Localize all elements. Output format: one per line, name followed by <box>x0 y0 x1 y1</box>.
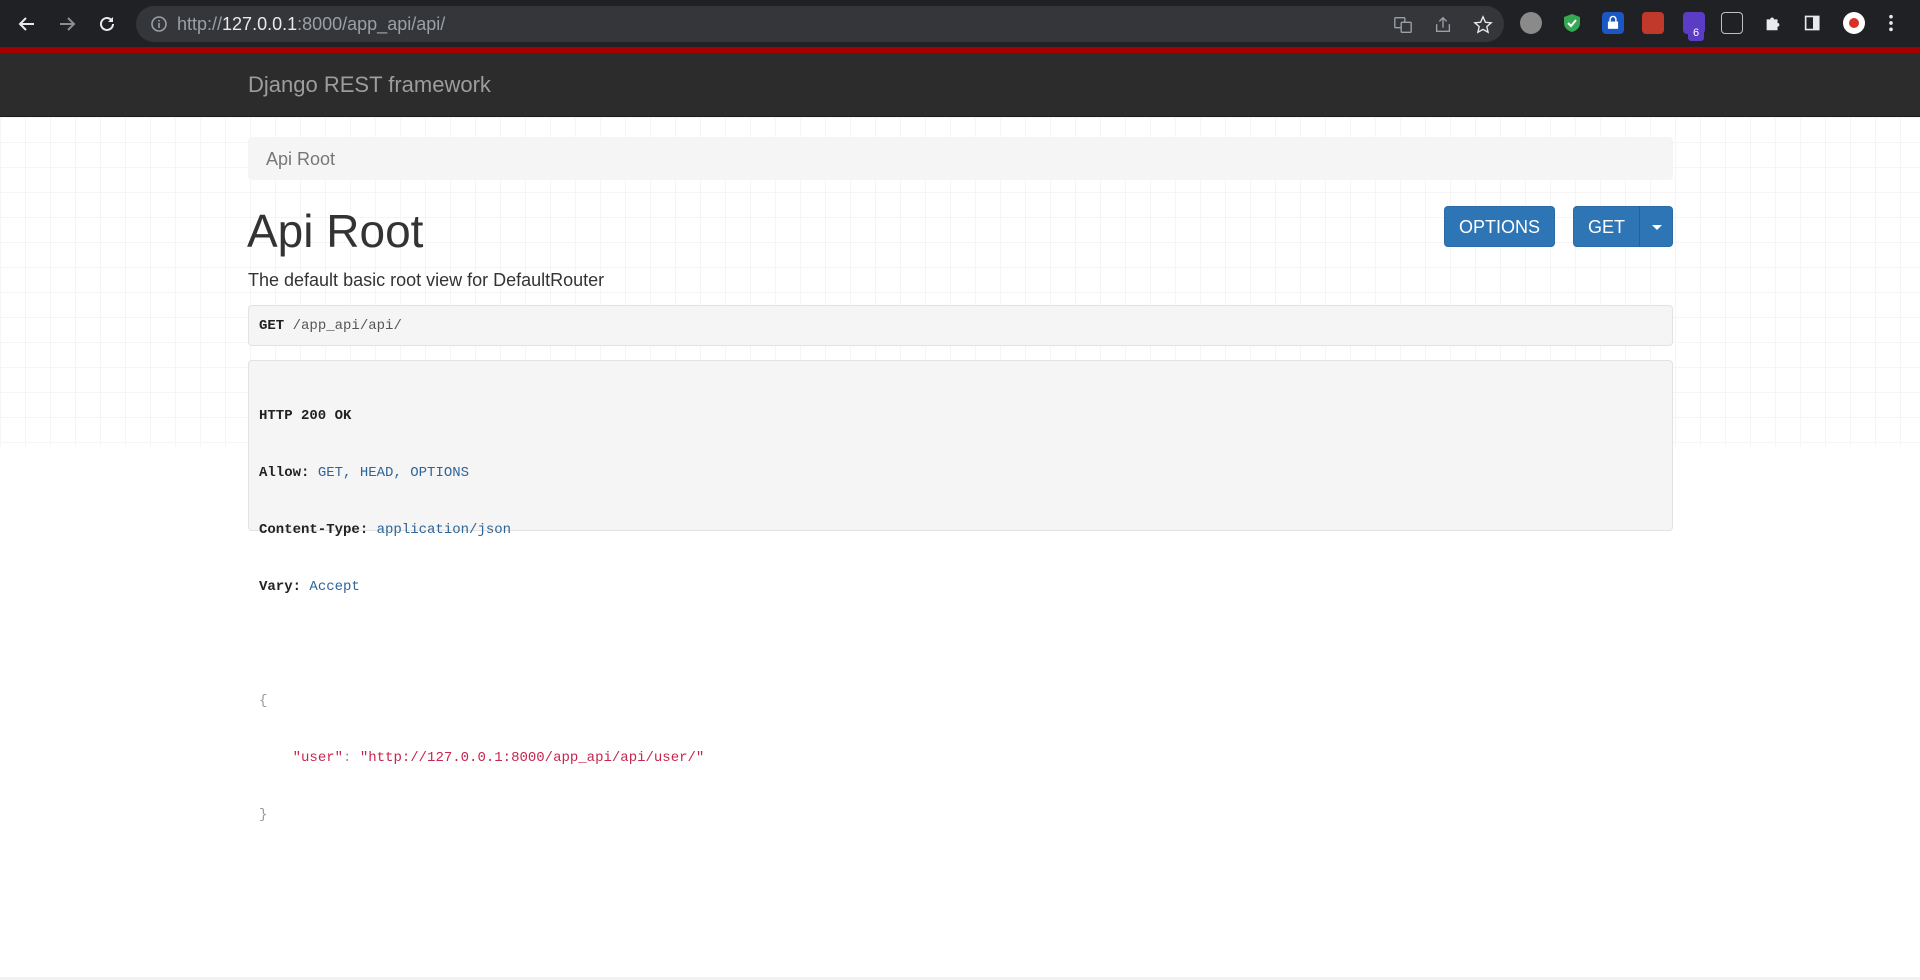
header-value: Accept <box>309 579 360 595</box>
back-arrow-icon <box>18 17 34 31</box>
url-scheme: http:// <box>177 14 223 34</box>
reload-icon <box>100 16 114 31</box>
globe-extension-icon[interactable] <box>1520 12 1542 34</box>
reload-button[interactable] <box>91 8 123 40</box>
response-status: HTTP 200 OK <box>259 408 352 424</box>
header-value: application/json <box>376 522 512 538</box>
extension-badge: 6 <box>1688 26 1704 41</box>
request-method: GET <box>259 318 285 334</box>
page-description: The default basic root view for DefaultR… <box>248 270 605 290</box>
options-button[interactable]: OPTIONS <box>1444 206 1555 247</box>
header-value: GET, HEAD, OPTIONS <box>317 465 470 481</box>
forward-button[interactable] <box>51 8 83 40</box>
extensions-puzzle-icon[interactable] <box>1762 12 1784 34</box>
format-dropdown-toggle[interactable] <box>1639 206 1673 247</box>
back-button[interactable] <box>11 8 43 40</box>
caret-down-icon <box>1652 225 1662 230</box>
json-open-brace: { <box>259 693 268 709</box>
profile-avatar[interactable] <box>1843 12 1865 34</box>
translate-icon[interactable] <box>1392 14 1414 36</box>
header-name: Content-Type: <box>259 522 369 538</box>
drf-navbar: Django REST framework <box>0 53 1920 117</box>
response-info: HTTP 200 OK Allow: GET, HEAD, OPTIONS Co… <box>248 360 1673 823</box>
password-extension-icon[interactable] <box>1602 12 1624 34</box>
address-bar[interactable]: http://127.0.0.1:8000/app_api/api/ <box>136 6 1504 42</box>
url-host: 127.0.0.1 <box>222 14 298 34</box>
forward-arrow-icon <box>60 17 76 31</box>
brand-link[interactable]: Django REST framework <box>248 73 491 97</box>
json-close-brace: } <box>259 807 268 823</box>
url-text[interactable]: http://127.0.0.1:8000/app_api/api/ <box>177 15 445 33</box>
red-extension-icon[interactable] <box>1642 12 1664 34</box>
json-key: "user" <box>292 750 344 766</box>
shield-extension-icon[interactable] <box>1561 12 1583 34</box>
request-info: GET /app_api/api/ <box>248 305 1673 346</box>
share-icon[interactable] <box>1432 14 1454 36</box>
url-path: :8000/app_api/api/ <box>297 14 446 34</box>
side-panel-icon[interactable] <box>1802 12 1824 34</box>
get-button[interactable]: GET <box>1573 206 1640 247</box>
browser-toolbar: http://127.0.0.1:8000/app_api/api/ 6 <box>0 0 1920 47</box>
bookmark-star-icon[interactable] <box>1472 14 1494 36</box>
browser-menu-icon[interactable] <box>1880 12 1902 34</box>
header-name: Allow: <box>259 465 310 481</box>
avatar-dot-icon <box>1849 18 1859 28</box>
json-colon: : <box>343 750 360 766</box>
header-name: Vary: <box>259 579 302 595</box>
reader-extension-icon[interactable] <box>1721 12 1743 34</box>
site-info-icon[interactable] <box>150 15 168 33</box>
request-path: /app_api/api/ <box>292 318 402 334</box>
breadcrumb-item-current[interactable]: Api Root <box>266 149 335 169</box>
page-title: Api Root <box>247 205 424 257</box>
breadcrumb: Api Root <box>248 137 1673 180</box>
json-url-link[interactable]: "http://127.0.0.1:8000/app_api/api/user/… <box>360 750 704 766</box>
